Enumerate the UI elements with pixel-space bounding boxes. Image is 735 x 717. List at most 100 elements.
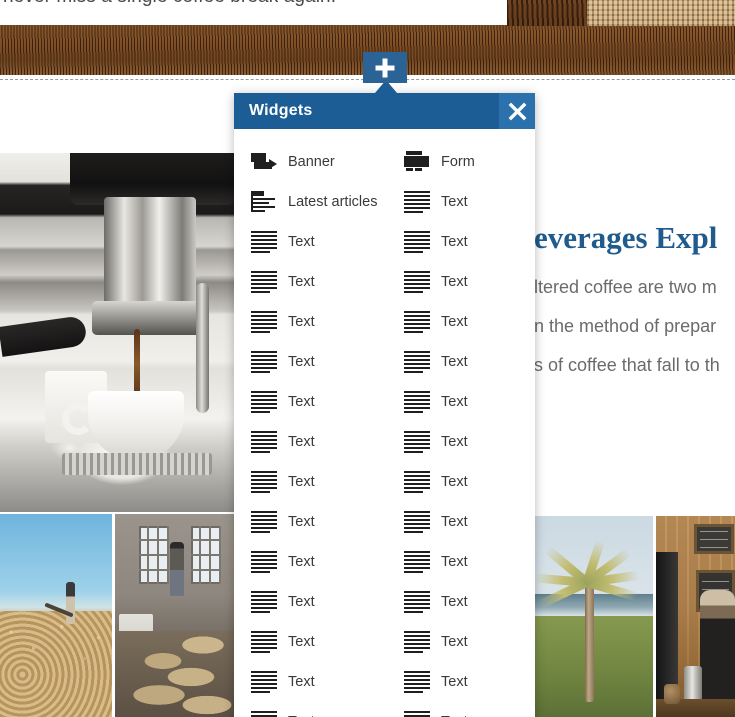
text-lines-icon [404, 511, 430, 533]
widget-item-label: Text [441, 274, 468, 290]
close-button[interactable] [499, 93, 535, 129]
widgets-panel-header: Widgets [234, 93, 535, 129]
widgets-panel: Widgets Banner Form Latest articles Text Tex… [234, 93, 535, 717]
widget-item-label: Banner [288, 154, 335, 170]
text-lines-icon [251, 631, 277, 653]
text-lines-icon [251, 351, 277, 373]
hero-burlap-shadow [507, 0, 587, 26]
widget-item-label: Text [441, 234, 468, 250]
text-lines-icon [251, 711, 277, 717]
widget-item-text[interactable]: Text [387, 702, 535, 717]
text-lines-icon [251, 311, 277, 333]
widget-item-text[interactable]: Text [387, 182, 535, 222]
text-lines-icon [251, 671, 277, 693]
text-lines-icon [404, 591, 430, 613]
widget-item-label: Text [441, 474, 468, 490]
widget-item-label: Text [441, 594, 468, 610]
widget-item-label: Text [288, 354, 315, 370]
widget-item-text[interactable]: Text [234, 462, 387, 502]
widget-item-text[interactable]: Text [234, 262, 387, 302]
widget-item-label: Text [288, 434, 315, 450]
widget-item-label: Text [288, 594, 315, 610]
banner-icon [251, 151, 277, 173]
widget-item-text[interactable]: Text [387, 582, 535, 622]
widget-item-text[interactable]: Text [387, 302, 535, 342]
widget-item-label: Text [288, 234, 315, 250]
close-icon [508, 102, 526, 120]
text-lines-icon [251, 591, 277, 613]
widget-item-label: Text [288, 674, 315, 690]
widget-item-text[interactable]: Text [387, 262, 535, 302]
widget-item-latest-articles[interactable]: Latest articles [234, 182, 387, 222]
coffee-shop-photo [656, 516, 735, 717]
widget-item-label: Text [441, 634, 468, 650]
text-lines-icon [251, 511, 277, 533]
form-icon [404, 151, 430, 173]
widget-item-text[interactable]: Text [234, 582, 387, 622]
text-lines-icon [251, 551, 277, 573]
add-widget-button[interactable] [363, 52, 407, 83]
widget-item-text[interactable]: Text [234, 222, 387, 262]
text-lines-icon [404, 351, 430, 373]
widget-item-label: Text [441, 434, 468, 450]
widgets-list: Banner Form Latest articles Text Text Text Tex… [234, 129, 535, 717]
widget-item-label: Text [441, 194, 468, 210]
widget-item-label: Form [441, 154, 475, 170]
latest-articles-icon [251, 191, 277, 213]
widget-item-text[interactable]: Text [234, 622, 387, 662]
editor-canvas: never miss a single coffee break again. [0, 0, 735, 717]
text-lines-icon [404, 711, 430, 717]
text-lines-icon [251, 471, 277, 493]
text-lines-icon [404, 271, 430, 293]
widget-item-label: Text [288, 274, 315, 290]
widget-item-text[interactable]: Text [234, 502, 387, 542]
plus-icon [375, 58, 395, 77]
article-body-line: n the method of prepar [534, 316, 717, 336]
widget-item-text[interactable]: Text [387, 462, 535, 502]
widget-item-form[interactable]: Form [387, 142, 535, 182]
text-lines-icon [251, 431, 277, 453]
widget-item-text[interactable]: Text [387, 422, 535, 462]
article-heading: everages Expl [534, 220, 718, 255]
widget-item-label: Text [288, 314, 315, 330]
widget-item-text[interactable]: Text [234, 382, 387, 422]
widget-item-label: Text [441, 354, 468, 370]
widget-item-text[interactable]: Text [387, 662, 535, 702]
widget-item-text[interactable]: Text [234, 342, 387, 382]
widget-item-label: Text [288, 514, 315, 530]
hero-tagline: never miss a single coffee break again. [3, 0, 336, 8]
text-lines-icon [404, 191, 430, 213]
widget-item-label: Text [288, 394, 315, 410]
coffee-drying-field-photo [0, 514, 112, 717]
widget-item-text[interactable]: Text [234, 422, 387, 462]
widget-item-banner[interactable]: Banner [234, 142, 387, 182]
text-lines-icon [404, 471, 430, 493]
widget-item-text[interactable]: Text [387, 622, 535, 662]
widget-item-label: Text [441, 674, 468, 690]
palm-tree-beach-photo [533, 516, 653, 717]
widget-item-text[interactable]: Text [387, 222, 535, 262]
text-lines-icon [251, 231, 277, 253]
article-body-line: s of coffee that fall to th [534, 355, 720, 375]
text-lines-icon [404, 231, 430, 253]
widget-item-label: Latest articles [288, 194, 378, 210]
widget-item-text[interactable]: Text [234, 662, 387, 702]
article-body-line: ltered coffee are two m [534, 277, 717, 297]
widget-item-text[interactable]: Text [387, 382, 535, 422]
coffee-warehouse-photo [115, 514, 235, 717]
widget-item-text[interactable]: Text [387, 342, 535, 382]
widget-item-text[interactable]: Text [234, 542, 387, 582]
widget-item-label: Text [441, 514, 468, 530]
text-lines-icon [404, 311, 430, 333]
text-lines-icon [404, 631, 430, 653]
widget-item-text[interactable]: Text [387, 542, 535, 582]
widget-item-label: Text [288, 634, 315, 650]
widget-item-text[interactable]: Text [234, 302, 387, 342]
text-lines-icon [404, 431, 430, 453]
hero-caption-box: never miss a single coffee break again. [0, 0, 507, 25]
widget-item-label: Text [441, 394, 468, 410]
widget-item-text[interactable]: Text [234, 702, 387, 717]
text-lines-icon [404, 671, 430, 693]
widgets-panel-title: Widgets [249, 102, 313, 119]
widget-item-text[interactable]: Text [387, 502, 535, 542]
